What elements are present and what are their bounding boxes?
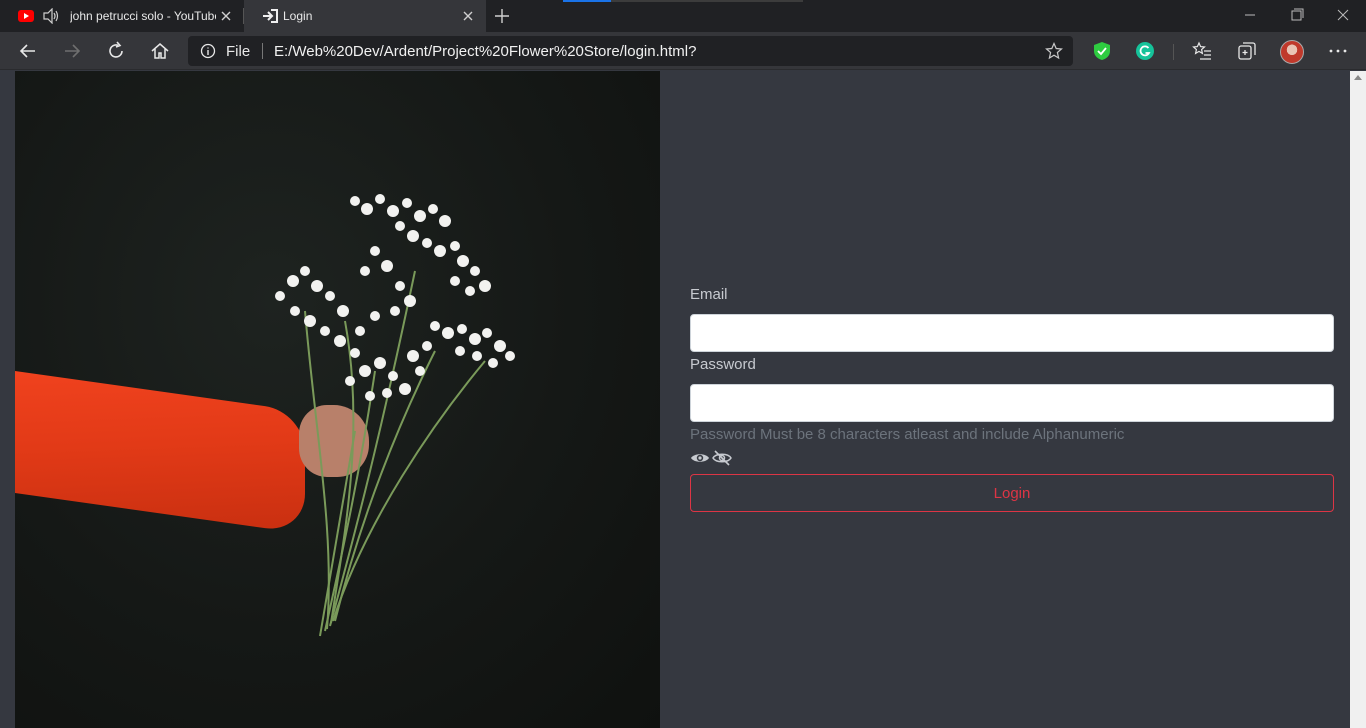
home-icon[interactable]: [149, 40, 171, 62]
hide-password-eye-slash-icon[interactable]: [712, 450, 732, 466]
minimize-icon[interactable]: [1238, 4, 1262, 26]
toolbar-divider: [1173, 44, 1174, 60]
email-field[interactable]: [690, 314, 1334, 352]
speaker-icon[interactable]: [43, 8, 61, 24]
address-divider: [262, 43, 263, 59]
tab-title: Login: [283, 9, 313, 23]
tab-title: john petrucci solo - YouTube: [70, 9, 216, 23]
tab-youtube[interactable]: john petrucci solo - YouTube: [0, 0, 244, 32]
login-icon: [263, 9, 278, 23]
url-text[interactable]: E:/Web%20Dev/Ardent/Project%20Flower%20S…: [274, 43, 696, 60]
info-icon[interactable]: [200, 43, 216, 59]
back-arrow-icon[interactable]: [17, 40, 39, 62]
tab-indicator: [563, 0, 611, 2]
scroll-up-arrow-icon[interactable]: [1354, 75, 1362, 80]
youtube-icon: [18, 10, 34, 22]
email-label: Email: [690, 286, 728, 303]
password-field[interactable]: [690, 384, 1334, 422]
password-hint: Password Must be 8 characters atleast an…: [690, 426, 1125, 443]
favorite-star-icon[interactable]: [1045, 42, 1063, 60]
more-menu-icon[interactable]: [1327, 40, 1349, 62]
restore-icon[interactable]: [1285, 4, 1309, 26]
close-icon[interactable]: [218, 8, 234, 24]
tab-login[interactable]: Login: [244, 0, 486, 32]
browser-toolbar: File E:/Web%20Dev/Ardent/Project%20Flowe…: [0, 32, 1366, 70]
forward-arrow-icon[interactable]: [61, 40, 83, 62]
scheme-label[interactable]: File: [226, 43, 250, 60]
grammarly-icon[interactable]: [1134, 40, 1156, 62]
profile-avatar[interactable]: [1280, 40, 1304, 64]
login-button[interactable]: Login: [690, 474, 1334, 512]
favorites-icon[interactable]: [1191, 40, 1213, 62]
collections-icon[interactable]: [1236, 40, 1258, 62]
window-close-icon[interactable]: [1331, 4, 1355, 26]
show-password-eye-icon[interactable]: [690, 450, 710, 466]
refresh-icon[interactable]: [105, 40, 127, 62]
vertical-scrollbar[interactable]: [1350, 71, 1366, 728]
flower-hero-image: [15, 71, 660, 728]
new-tab-icon[interactable]: [492, 6, 512, 26]
page-content: Email Password Password Must be 8 charac…: [0, 71, 1350, 728]
close-icon[interactable]: [460, 8, 476, 24]
shield-extension-icon[interactable]: [1091, 40, 1113, 62]
flower-bouquet-illustration: [275, 194, 515, 637]
address-bar[interactable]: File E:/Web%20Dev/Ardent/Project%20Flowe…: [188, 36, 1073, 66]
tab-strip: john petrucci solo - YouTube Login: [0, 0, 1366, 32]
password-label: Password: [690, 356, 756, 373]
